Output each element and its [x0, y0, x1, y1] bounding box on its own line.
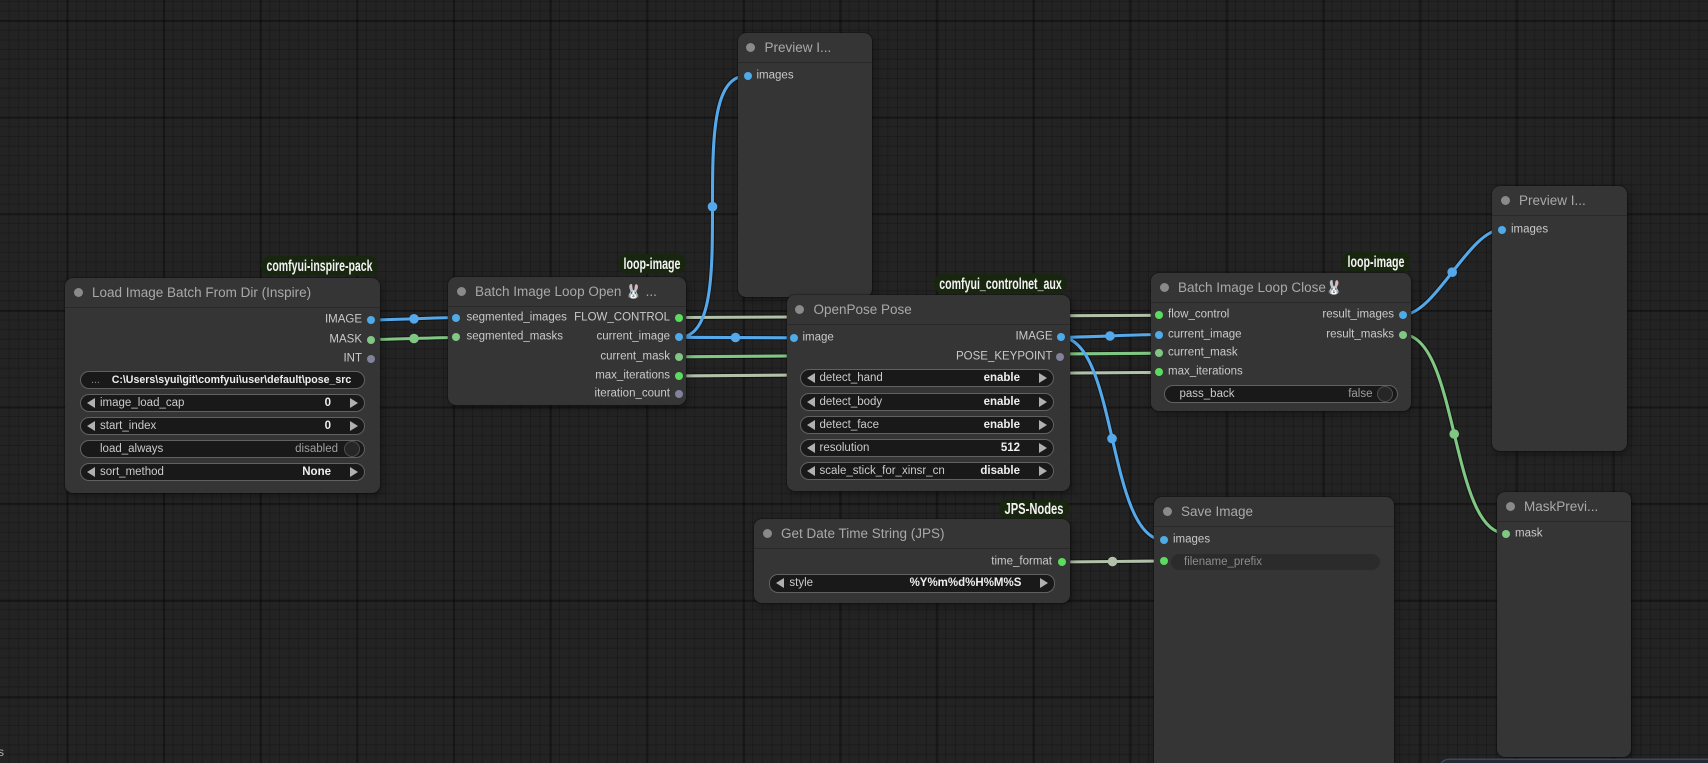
svg-text:comfyui_controlnet_aux: comfyui_controlnet_aux: [939, 276, 1062, 293]
svg-text:comfyui-inspire-pack: comfyui-inspire-pack: [267, 258, 373, 275]
svg-text:JPS-Nodes: JPS-Nodes: [1004, 501, 1063, 518]
svg-text:loop-image: loop-image: [623, 256, 680, 273]
svg-text:loop-image: loop-image: [1348, 254, 1405, 271]
